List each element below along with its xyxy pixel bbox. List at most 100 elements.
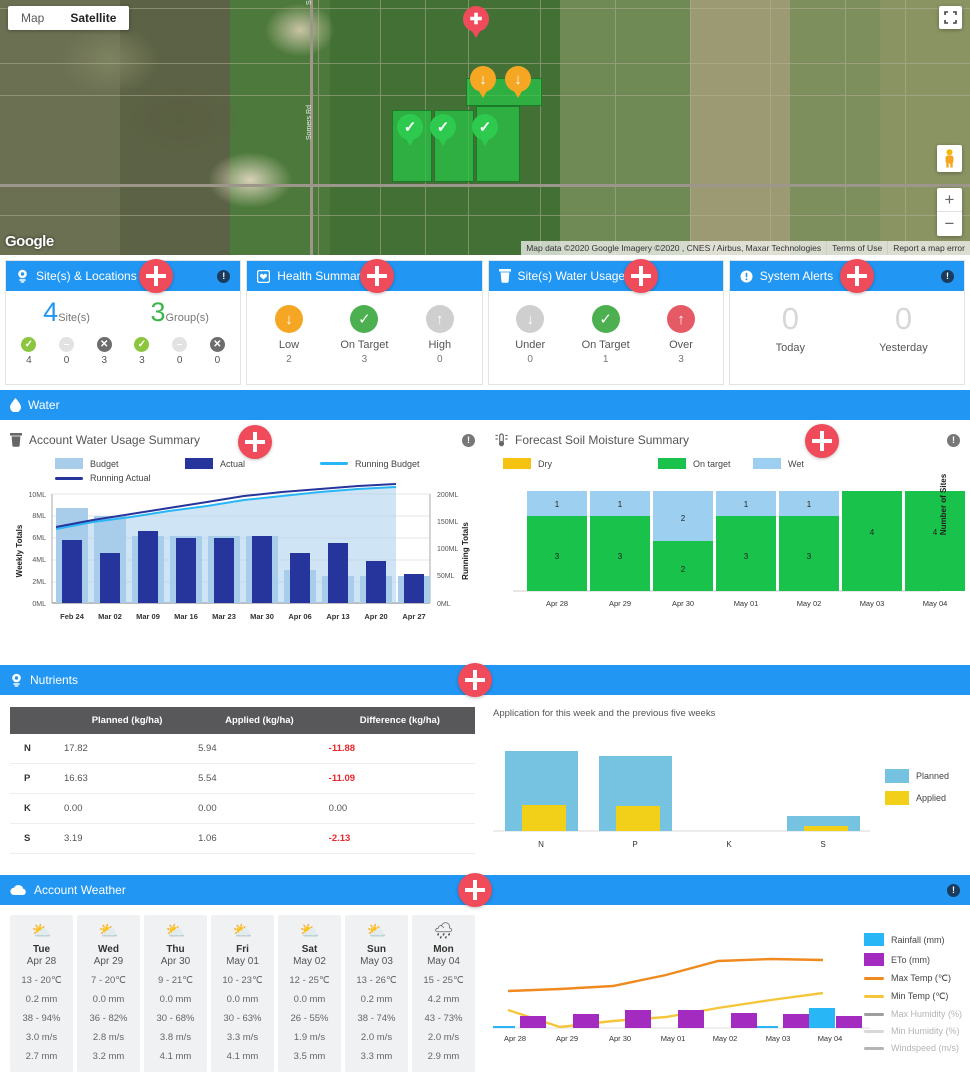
chart-legend: Dry On target Wet [485, 454, 970, 469]
card-header: Health Summary [247, 259, 482, 293]
zoom-in-button[interactable]: + [937, 188, 962, 212]
map-marker-glyph: ✓ [436, 119, 450, 136]
map-marker-ok[interactable]: ✓ [472, 114, 498, 148]
legend-max-temp[interactable]: Max Temp (℃) [863, 973, 962, 984]
legend-on-target[interactable]: On target [658, 458, 753, 469]
map-marker-low[interactable]: ↓ [505, 66, 531, 100]
card-sites-water-usage: Site(s) Water Usage ↓ Under 0 ✓ On Target 1 … [487, 259, 724, 385]
map-marker-alert[interactable]: ✚ [463, 6, 489, 40]
legend-line [320, 462, 348, 465]
legend-actual[interactable]: Actual [185, 458, 320, 469]
humidity-value: 38 - 94% [22, 1012, 61, 1024]
google-logo: Google [5, 233, 54, 250]
chart-forecast-soil-moisture: Forecast Soil Moisture Summary ! Dry On … [485, 420, 970, 660]
map-marker-low[interactable]: ↓ [470, 66, 496, 100]
legend-running-budget[interactable]: Running Budget [320, 458, 480, 469]
weather-card[interactable]: ⛅ Sun May 03 13 - 26℃ 0.2 mm 38 - 74% 2.… [345, 915, 408, 1072]
legend-min-temp[interactable]: Min Temp (℃) [863, 991, 962, 1002]
weather-card[interactable]: 🌧 Mon May 04 15 - 25℃ 4.2 mm 43 - 73% 2.… [412, 915, 475, 1072]
svg-text:3: 3 [807, 552, 812, 561]
map-zoom-control[interactable]: + − [937, 188, 962, 236]
map-marker-glyph: ✚ [469, 11, 483, 28]
humidity-value: 43 - 73% [424, 1012, 463, 1024]
health-high: ↑ High 0 [402, 305, 477, 365]
th-difference: Difference (kg/ha) [324, 707, 475, 734]
terms-of-use-link[interactable]: Terms of Use [826, 241, 887, 255]
map-type-map[interactable]: Map [8, 6, 57, 30]
card-body: 0 Today 0 Yesterday [730, 291, 964, 384]
street-view-pegman-icon[interactable] [937, 145, 962, 172]
report-map-error-link[interactable]: Report a map error [887, 241, 970, 255]
map-type-satellite[interactable]: Satellite [57, 6, 129, 30]
add-button[interactable] [839, 259, 874, 293]
svg-text:Mar 23: Mar 23 [212, 612, 236, 621]
temp-value: 7 - 20℃ [91, 974, 126, 986]
fullscreen-icon[interactable] [939, 6, 962, 29]
weather-card[interactable]: ⛅ Wed Apr 29 7 - 20℃ 0.0 mm 36 - 82% 2.8… [77, 915, 140, 1072]
add-button[interactable] [238, 425, 272, 459]
svg-text:Mar 30: Mar 30 [250, 612, 274, 621]
svg-text:4ML: 4ML [32, 557, 46, 564]
weather-day-cards: ⛅ Tue Apr 28 13 - 20℃ 0.2 mm 38 - 94% 3.… [0, 905, 485, 1072]
water-charts: Account Water Usage Summary ! Budget Act… [0, 420, 970, 660]
svg-text:1: 1 [744, 500, 749, 509]
legend-rainfall[interactable]: Rainfall (mm) [863, 933, 962, 946]
svg-text:8ML: 8ML [32, 513, 46, 520]
status-row: ✓ 4 –0 ✕ 3 ✓ 3 –0 ✕ 0 [10, 337, 236, 366]
svg-text:Mar 16: Mar 16 [174, 612, 198, 621]
add-button[interactable] [139, 259, 173, 293]
weather-card[interactable]: ⛅ Fri May 01 10 - 23℃ 0.0 mm 30 - 63% 3.… [211, 915, 274, 1072]
legend-line [863, 977, 884, 980]
legend-wet[interactable]: Wet [753, 458, 804, 469]
svg-text:3: 3 [555, 552, 560, 561]
info-icon[interactable]: ! [941, 269, 954, 283]
svg-text:May 04: May 04 [923, 599, 948, 608]
weather-card[interactable]: ⛅ Thu Apr 30 9 - 21℃ 0.0 mm 30 - 68% 3.8… [144, 915, 207, 1072]
svg-text:Apr 29: Apr 29 [556, 1034, 578, 1043]
add-button[interactable] [623, 259, 658, 293]
add-button[interactable] [360, 259, 395, 293]
legend-swatch [753, 458, 781, 469]
map-panel[interactable]: Somers Rd Somers Rd ✚ ↓ ↓ ✓ ✓ ✓ Map Sate… [0, 0, 970, 255]
legend-dry[interactable]: Dry [503, 458, 658, 469]
weather-card[interactable]: ⛅ Sat May 02 12 - 25℃ 0.0 mm 26 - 55% 1.… [278, 915, 341, 1072]
svg-text:Feb 24: Feb 24 [60, 612, 85, 621]
legend-line [863, 1046, 884, 1050]
legend-max-humidity[interactable]: Max Humidity (%) [863, 1009, 962, 1019]
card-header: System Alerts ! [729, 259, 964, 293]
wind-value: 3.8 m/s [159, 1031, 192, 1043]
map-type-control[interactable]: Map Satellite [8, 6, 130, 30]
map-marker-ok[interactable]: ✓ [430, 114, 456, 148]
svg-text:10ML: 10ML [28, 492, 46, 499]
legend-swatch [885, 791, 909, 805]
add-button[interactable] [458, 663, 492, 697]
add-button[interactable] [805, 424, 839, 458]
card-health-summary: Health Summary ↓ Low 2 ✓ On Target 3 ↑ High 0 [246, 259, 483, 385]
section-title: Account Weather [34, 883, 126, 897]
legend-applied[interactable]: Applied [885, 791, 949, 805]
svg-text:Mar 09: Mar 09 [136, 612, 160, 621]
rain-value: 0.2 mm [360, 993, 393, 1005]
weather-card[interactable]: ⛅ Tue Apr 28 13 - 20℃ 0.2 mm 38 - 94% 3.… [10, 915, 73, 1072]
water-under: ↓ Under 0 [493, 305, 568, 365]
legend-budget[interactable]: Budget [55, 458, 185, 469]
legend-min-humidity[interactable]: Min Humidity (%) [863, 1026, 962, 1036]
info-icon[interactable]: ! [217, 269, 231, 283]
info-icon[interactable]: ! [947, 883, 960, 897]
map-attribution: Map data ©2020 Google Imagery ©2020 , CN… [521, 241, 970, 255]
wind-value: 3.3 m/s [226, 1031, 259, 1043]
cloud-icon [10, 884, 27, 896]
svg-text:1: 1 [807, 500, 812, 509]
info-icon[interactable]: ! [947, 433, 960, 447]
legend-windspeed[interactable]: Windspeed (m/s) [863, 1043, 962, 1053]
add-button[interactable] [458, 873, 492, 907]
svg-text:Apr 27: Apr 27 [402, 612, 425, 621]
card-header: Site(s) & Locations ! [6, 259, 241, 293]
zoom-out-button[interactable]: − [937, 212, 962, 236]
map-marker-ok[interactable]: ✓ [397, 114, 423, 148]
legend-planned[interactable]: Planned [885, 769, 949, 783]
legend-running-actual[interactable]: Running Actual [55, 473, 215, 483]
legend-eto[interactable]: ETo (mm) [863, 953, 962, 966]
chart-title: Account Water Usage Summary [29, 433, 200, 447]
info-icon[interactable]: ! [462, 433, 475, 447]
